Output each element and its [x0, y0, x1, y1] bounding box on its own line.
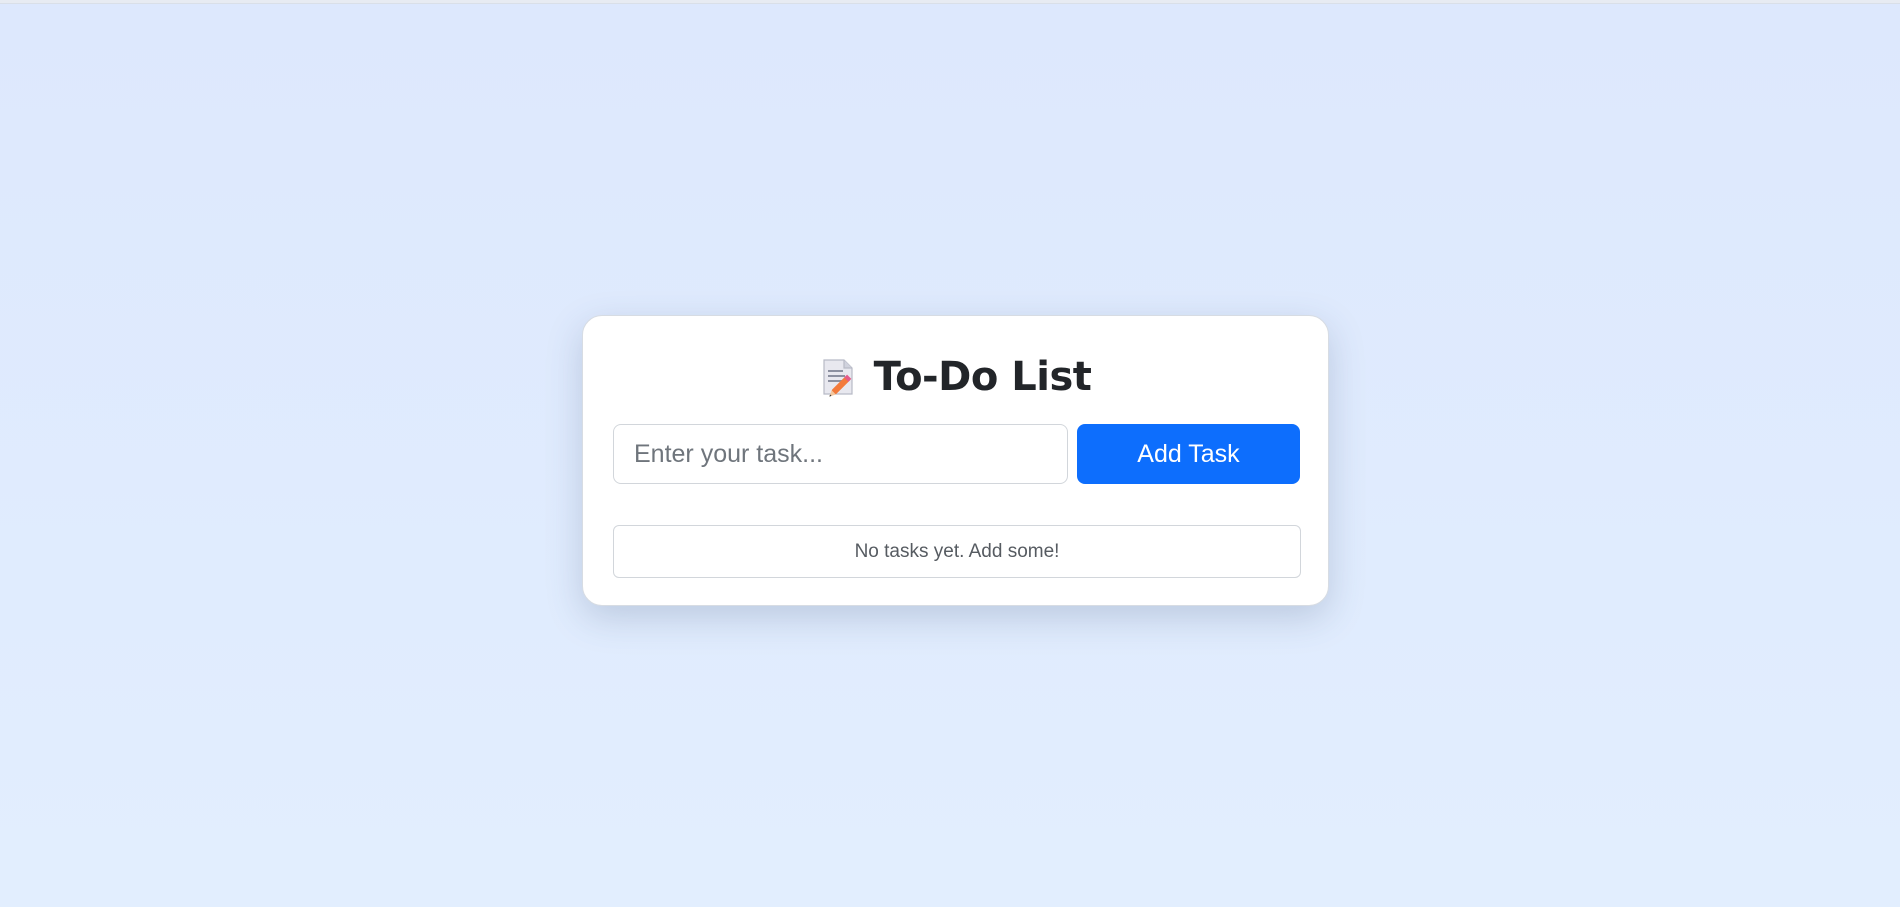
page-title: To-Do List [873, 354, 1092, 400]
add-task-button[interactable]: Add Task [1077, 424, 1300, 484]
top-border [0, 0, 1900, 4]
empty-state-message: No tasks yet. Add some! [854, 540, 1060, 562]
todo-card: To-Do List Add Task No tasks yet. Add so… [582, 315, 1329, 606]
title-row: To-Do List [583, 348, 1328, 406]
task-input[interactable] [613, 424, 1068, 484]
memo-pencil-icon [822, 359, 853, 397]
task-list: No tasks yet. Add some! [613, 525, 1301, 578]
